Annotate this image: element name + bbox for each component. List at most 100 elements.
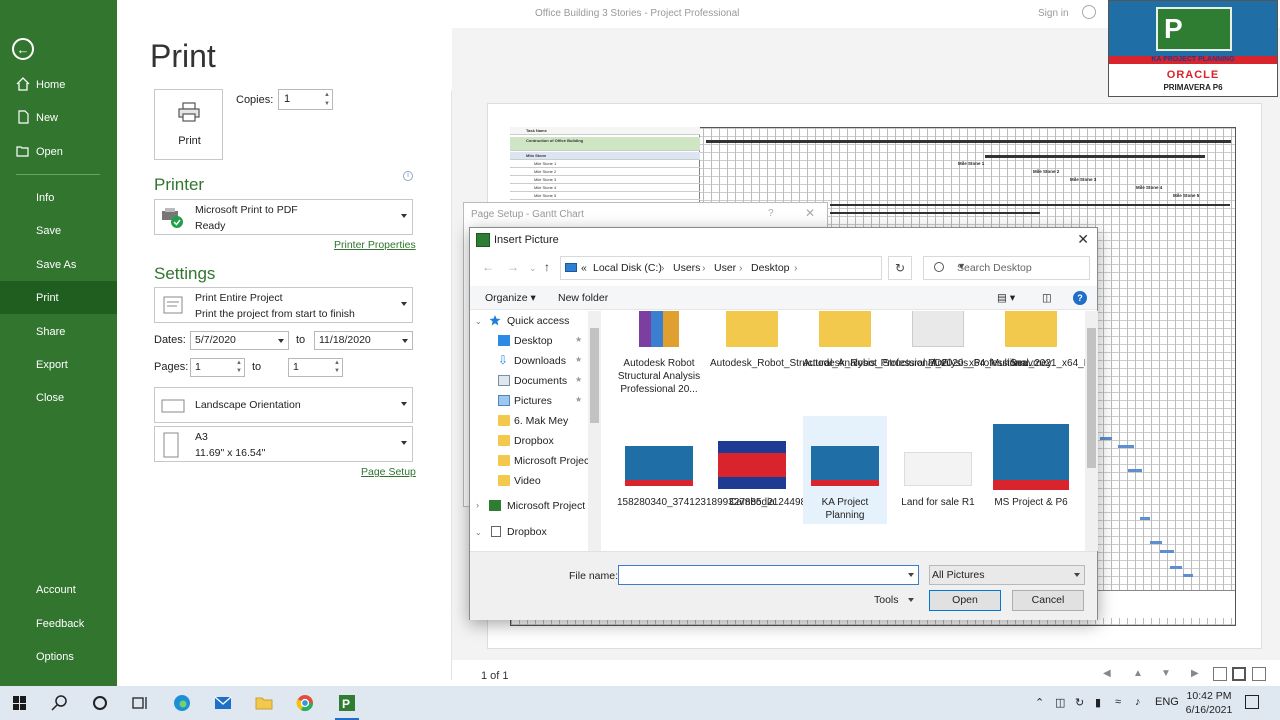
help-icon[interactable]: ? <box>768 208 774 219</box>
chevron-up-icon[interactable]: ⌃ <box>1035 696 1044 709</box>
date-from-picker[interactable]: 5/7/2020 <box>190 331 289 350</box>
sidebar-item-new[interactable]: New <box>0 101 117 134</box>
sidebar-item-feedback[interactable]: Feedback <box>0 607 117 640</box>
task-view-icon[interactable] <box>130 693 150 713</box>
notifications-icon[interactable] <box>1245 695 1259 709</box>
address-bar[interactable]: « Local Disk (C:) › Users › User › Deskt… <box>560 256 966 280</box>
file-name-field[interactable] <box>618 565 919 585</box>
list-item[interactable]: Autodesk_Robot_Structural_Analysis_Profe… <box>710 311 1034 413</box>
sidebar-item-save[interactable]: Save <box>0 214 117 247</box>
cortana-icon[interactable] <box>90 693 110 713</box>
recent-locations-icon[interactable]: ⌄ <box>529 263 537 274</box>
tree-item-folder[interactable]: Dropbox <box>470 431 601 451</box>
search-input[interactable]: Search Desktop <box>923 256 1090 280</box>
tree-item-quick-access[interactable]: ⌄ Quick access <box>470 311 601 331</box>
copies-stepper[interactable]: 1 ▲ ▼ <box>278 89 333 110</box>
list-item[interactable]: Land for sale R1 <box>896 416 980 524</box>
tree-item-folder[interactable]: Video <box>470 471 601 491</box>
wifi-icon[interactable]: ≈ <box>1115 696 1121 708</box>
paper-size-dropdown[interactable]: A3 11.69" x 16.54" <box>154 426 413 462</box>
mail-icon[interactable] <box>213 693 233 713</box>
back-arrow-icon[interactable]: ← <box>482 260 494 274</box>
decrement-icon[interactable]: ▼ <box>334 368 340 374</box>
up-arrow-icon[interactable]: ↑ <box>544 260 550 274</box>
search-icon[interactable] <box>50 693 70 713</box>
list-item[interactable]: 158280340_3741231899327885_2124498183298… <box>617 416 883 551</box>
info-icon[interactable]: i <box>403 171 413 181</box>
increment-icon[interactable]: ▲ <box>236 360 242 366</box>
breadcrumb-desktop[interactable]: Desktop <box>751 262 790 274</box>
breadcrumb-local-disk[interactable]: Local Disk (C:) <box>593 262 662 274</box>
preview-pane-icon[interactable]: ◫ <box>1042 292 1052 304</box>
volume-icon[interactable]: ♪ <box>1135 696 1141 708</box>
chrome-icon[interactable] <box>295 693 315 713</box>
last-page-icon[interactable]: ▶ <box>1191 668 1199 679</box>
file-list-scroll-thumb[interactable] <box>1087 328 1096 468</box>
sync-icon[interactable]: ↻ <box>1075 696 1084 709</box>
edge-browser-icon[interactable] <box>172 693 192 713</box>
windows-start-icon[interactable] <box>13 696 27 710</box>
sidebar-item-close[interactable]: Close <box>0 381 117 414</box>
breadcrumb-user[interactable]: User <box>714 262 736 274</box>
sidebar-item-account[interactable]: Account <box>0 573 117 606</box>
breadcrumb-users[interactable]: Users <box>673 262 700 274</box>
increment-icon[interactable]: ▲ <box>324 92 330 98</box>
tree-item-desktop[interactable]: Desktop ★ <box>470 331 601 351</box>
printer-dropdown[interactable]: Microsoft Print to PDF Ready <box>154 199 413 235</box>
page-to-stepper[interactable]: 1 ▲ ▼ <box>288 358 343 377</box>
organize-button[interactable]: Organize ▾ <box>485 292 536 304</box>
zoom-page-icon[interactable] <box>1252 667 1266 681</box>
tree-item-documents[interactable]: Documents ★ <box>470 371 601 391</box>
print-scope-dropdown[interactable]: Print Entire Project Print the project f… <box>154 287 413 323</box>
forward-arrow-icon[interactable]: → <box>507 260 519 274</box>
list-item[interactable]: Autodesk_Robot_Structural_Analysis_Profe… <box>803 311 1088 413</box>
decrement-icon[interactable]: ▼ <box>324 101 330 107</box>
list-item[interactable]: Autodesk Robot Structural Analysis Profe… <box>617 311 701 413</box>
print-button[interactable]: Print <box>154 89 223 160</box>
list-item[interactable]: MS Project & P6 <box>989 416 1073 524</box>
chevron-down-icon[interactable] <box>908 573 914 577</box>
page-from-stepper[interactable]: 1 ▲ ▼ <box>190 358 245 377</box>
file-type-filter[interactable]: All Pictures <box>929 565 1085 585</box>
new-folder-button[interactable]: New folder <box>558 292 608 304</box>
single-page-icon[interactable] <box>1232 667 1246 681</box>
sidebar-item-home[interactable]: Home <box>0 68 117 101</box>
microsoft-project-icon[interactable]: P <box>337 693 357 713</box>
sidebar-item-share[interactable]: Share <box>0 315 117 348</box>
sign-in-link[interactable]: Sign in <box>1038 8 1069 19</box>
tree-item-pictures[interactable]: Pictures ★ <box>470 391 601 411</box>
sidebar-item-save-as[interactable]: Save As <box>0 248 117 281</box>
feedback-smiley-icon[interactable] <box>1082 5 1096 19</box>
chevron-down-icon[interactable]: ⌄ <box>475 317 482 326</box>
list-item[interactable]: Cambodia <box>710 416 794 551</box>
file-explorer-icon[interactable] <box>254 693 274 713</box>
close-icon[interactable]: ✕ <box>1077 231 1089 248</box>
next-page-icon[interactable]: ▼ <box>1161 668 1171 679</box>
increment-icon[interactable]: ▲ <box>334 360 340 366</box>
orientation-dropdown[interactable]: Landscape Orientation <box>154 387 413 423</box>
tree-item-folder[interactable]: Microsoft Projec <box>470 451 601 471</box>
open-button[interactable]: Open <box>929 590 1001 611</box>
decrement-icon[interactable]: ▼ <box>236 368 242 374</box>
device-icon[interactable]: ◫ <box>1055 696 1065 709</box>
list-item-selected[interactable]: KA Project Planning <box>803 416 887 524</box>
sidebar-item-options[interactable]: Options <box>0 640 117 673</box>
refresh-icon[interactable]: ↻ <box>888 256 912 280</box>
previous-page-icon[interactable]: ▲ <box>1133 668 1143 679</box>
multiple-pages-icon[interactable] <box>1213 667 1227 681</box>
first-page-icon[interactable]: ◀ <box>1103 668 1111 679</box>
language-indicator[interactable]: ENG <box>1155 696 1179 708</box>
sidebar-item-info[interactable]: Info <box>0 181 117 214</box>
printer-properties-link[interactable]: Printer Properties <box>334 239 416 251</box>
sidebar-item-export[interactable]: Export <box>0 348 117 381</box>
chevron-right-icon[interactable]: › <box>476 500 479 510</box>
page-setup-link[interactable]: Page Setup <box>361 466 416 478</box>
list-item[interactable]: Seavmey <box>989 311 1073 413</box>
chevron-down-icon[interactable]: ⌄ <box>475 528 482 537</box>
change-view-icon[interactable]: ▤ ▾ <box>997 292 1015 304</box>
chevron-down-icon[interactable] <box>908 598 914 602</box>
sidebar-item-open[interactable]: Open <box>0 135 117 168</box>
address-overflow[interactable]: « <box>581 262 587 274</box>
battery-icon[interactable]: ▮ <box>1095 696 1101 709</box>
list-item[interactable]: PDF <box>896 311 980 413</box>
